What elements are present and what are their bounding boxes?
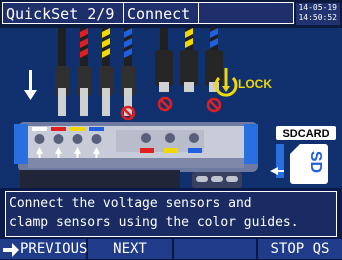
no-entry-icon bbox=[120, 96, 222, 121]
sd-card-text: SD bbox=[307, 151, 324, 173]
next-button[interactable]: NEXT bbox=[88, 239, 172, 259]
connection-diagram: LOCK SDCARD SD bbox=[14, 28, 336, 188]
quickset-title: QuickSet 2/9 bbox=[2, 2, 124, 24]
step-title: Connect bbox=[123, 2, 199, 24]
quickset-screen: QuickSet 2/9 Connect 14-05-19 14:50:52 L… bbox=[0, 0, 342, 259]
instruction-message: Connect the voltage sensors and clamp se… bbox=[5, 191, 337, 237]
clamp-cables bbox=[155, 28, 223, 92]
voltage-cables bbox=[55, 28, 135, 116]
title-bar: QuickSet 2/9 Connect 14-05-19 14:50:52 bbox=[0, 0, 342, 28]
message-line-1: Connect the voltage sensors and bbox=[9, 196, 252, 211]
down-arrow-icon bbox=[24, 70, 37, 100]
sd-card-icon: SDCARD SD bbox=[270, 126, 336, 184]
connection-illustration: LOCK SDCARD SD bbox=[0, 28, 342, 188]
function-keys: PREVIOUS NEXT STOP QS bbox=[0, 239, 342, 259]
lock-label: LOCK bbox=[238, 77, 272, 91]
message-line-2: clamp sensors using the color guides. bbox=[9, 215, 299, 230]
clock: 14-05-19 14:50:52 bbox=[296, 3, 340, 25]
previous-label: PREVIOUS bbox=[20, 241, 88, 257]
next-label: NEXT bbox=[113, 241, 147, 257]
stop-qs-button[interactable]: STOP QS bbox=[258, 239, 342, 259]
previous-button[interactable]: PREVIOUS bbox=[0, 239, 88, 259]
clock-date: 14-05-19 bbox=[298, 3, 337, 12]
stop-qs-label: STOP QS bbox=[270, 241, 330, 257]
title-spacer bbox=[199, 2, 294, 24]
blank-function-key[interactable] bbox=[174, 239, 256, 259]
sd-label: SDCARD bbox=[282, 128, 329, 140]
instrument-body bbox=[14, 122, 258, 188]
clock-time: 14:50:52 bbox=[298, 13, 337, 22]
enter-arrow-icon bbox=[3, 243, 19, 257]
